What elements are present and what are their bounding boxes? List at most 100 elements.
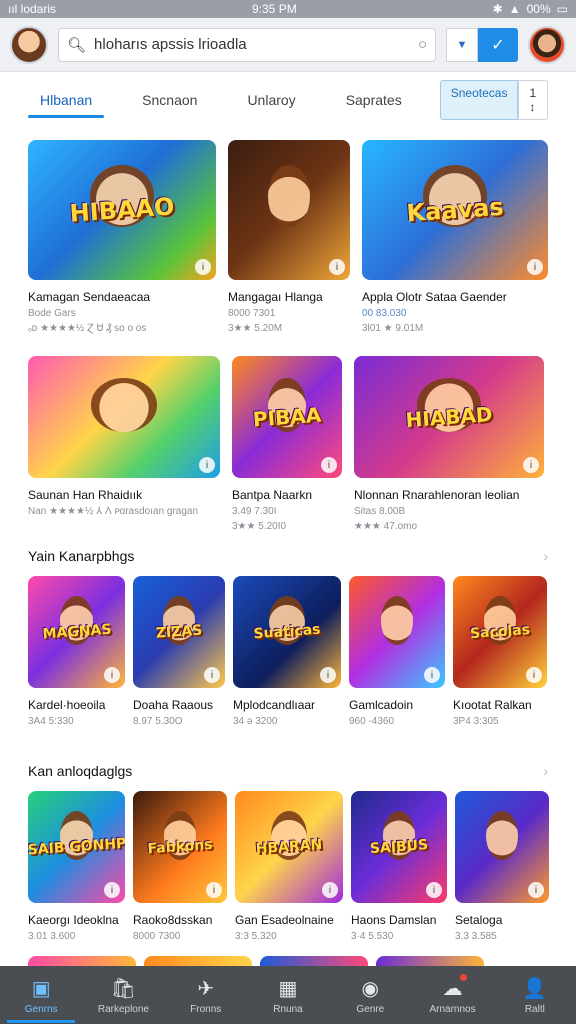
nav-item[interactable]: 👤 Raltl [495,976,575,1015]
info-icon[interactable]: i [329,259,345,275]
chevron-right-icon[interactable]: › [543,548,548,564]
game-card[interactable]: Sacolas i Kıootat Ralkan 3P4 3:305 [453,576,547,727]
game-meta: 3P4 3:305 [453,716,499,727]
game-thumbnail[interactable]: i [349,576,445,688]
game-card[interactable]: HIBAAO i Kamagan Sendaeacaa Bode Gars ₒᴅ ★★★… [28,140,216,334]
game-thumbnail[interactable]: Sacolas i [453,576,547,688]
nav-label: Raltl [524,1003,545,1015]
game-logo-art: PIBAA [252,402,322,432]
info-icon[interactable]: i [206,882,222,898]
game-logo-art: Fabkons [146,836,214,858]
info-icon[interactable]: i [528,882,544,898]
info-icon[interactable]: i [195,259,211,275]
info-icon[interactable]: i [426,882,442,898]
game-card[interactable]: Fabkons i Raoko8dsskan 8000 7300 [133,791,227,942]
game-card[interactable]: SAIBUS i Haons Damslan 3·4 5.530 [351,791,447,942]
game-thumbnail[interactable]: i [28,356,220,478]
nav-item[interactable]: ◉ Genre [330,976,410,1015]
game-card[interactable]: Kaavas i Appla Olotr Sataa Gaender 00 83.03… [362,140,548,334]
tab-2[interactable]: Sncnaon [130,78,209,122]
top-bar: 🔍︎ hloharıs apssis lrioadla ○ ▼ ✓ [0,18,576,72]
sections: Yain Kanarpbhgs › MAGNAS i Kardel·hoeoila 3A4… [28,548,549,976]
game-card[interactable]: i Saunan Han Rhaidıık Nan ★★★★½ ⅄ Ʌ ᴘɑrasd… [28,356,220,532]
game-card[interactable]: i Mangagaı Hlanga 8000 7301 3★★ 5.20M [228,140,350,334]
game-meta: Nan ★★★★½ ⅄ Ʌ ᴘɑrasdoıan gragan [28,506,199,517]
filter-button[interactable]: Sneotecas [439,80,519,120]
tab-4[interactable]: Saprates [334,78,414,122]
tab-actions: Sneotecas 1 ↕ [439,80,548,120]
game-thumbnail[interactable]: PIBAA i [232,356,342,478]
info-icon[interactable]: i [523,457,539,473]
game-title: Nlonnan Rnarahlenoran leolian [354,488,520,502]
game-logo-art: Sacolas [469,621,531,643]
game-card[interactable]: HIABAD i Nlonnan Rnarahlenoran leolian Sita… [354,356,544,532]
profile-icon: 👤 [522,977,548,1000]
game-card[interactable]: HBARAN i Gan Esadeolnaine 3:3 5.320 [235,791,343,942]
game-card[interactable]: MAGNAS i Kardel·hoeoila 3A4 5:330 [28,576,125,727]
search-submit-button[interactable]: ✓ [478,27,518,62]
game-thumbnail[interactable]: Fabkons i [133,791,227,903]
sort-button[interactable]: 1 ↕ [518,80,548,120]
game-thumbnail[interactable]: HIABAD i [354,356,544,478]
game-card[interactable]: i Setaloga 3.3 3.585 [455,791,549,942]
nav-label: Genrns [24,1003,58,1015]
info-icon[interactable]: i [321,457,337,473]
game-meta: 3A4 5:330 [28,716,74,727]
section-header[interactable]: Yain Kanarpbhgs › [28,548,548,564]
game-logo-art: Kaavas [405,192,505,228]
game-title: Kıootat Ralkan [453,698,532,712]
game-card[interactable]: PIBAA i Bantpa Naarkn 3.49 7.30I 3★★ 5.20I0 [232,356,342,532]
game-thumbnail[interactable]: Kaavas i [362,140,548,280]
chevron-down-icon[interactable]: ▼ [446,27,478,62]
game-thumbnail[interactable]: HBARAN i [235,791,343,903]
game-thumbnail[interactable]: HIBAAO i [28,140,216,280]
nav-item[interactable]: ☁ Arnarnnos [413,973,493,1015]
section-title: Kan anloqdaglgs [28,763,133,779]
game-card[interactable]: i Gamlcadoin 960 -4360 [349,576,445,727]
profile-avatar[interactable] [10,25,48,64]
nav-item[interactable]: ▣ Genrns [1,976,81,1023]
nav-item[interactable]: ✈ Fronns [166,976,246,1015]
nav-item[interactable]: 🛍 Rarkeplone [83,976,163,1015]
search-controls: ▼ ✓ [446,27,518,62]
game-card[interactable]: ZIZAS i Doaha Raaous 8.97 5.30O [133,576,225,727]
featured-row: i Saunan Han Rhaidıık Nan ★★★★½ ⅄ Ʌ ᴘɑrasd… [28,356,548,532]
chevron-right-icon[interactable]: › [543,763,548,779]
info-icon[interactable]: i [424,667,440,683]
game-thumbnail[interactable]: i [455,791,549,903]
info-icon[interactable]: i [104,882,120,898]
search-input[interactable]: 🔍︎ hloharıs apssis lrioadla ○ [58,27,436,62]
game-meta: 34 ə 3200 [233,716,278,727]
notification-dot [459,973,467,981]
tab-3[interactable]: Unlaroy [235,78,307,122]
info-icon[interactable]: i [199,457,215,473]
game-thumbnail[interactable]: Suaticas i [233,576,341,688]
game-title: Bantpa Naarkn [232,488,313,502]
game-card[interactable]: Suaticas i Mplodcandlıaar 34 ə 3200 [233,576,341,727]
game-thumbnail[interactable]: ZIZAS i [133,576,225,688]
game-thumbnail[interactable]: SAIBUS i [351,791,447,903]
account-avatar[interactable] [528,25,566,64]
character-art [268,165,310,227]
nav-item[interactable]: ▦ Rnuna [248,976,328,1015]
game-rating: 3★★ 5.20I0 [232,521,287,532]
clear-icon[interactable]: ○ [418,36,427,53]
character-art [91,377,157,432]
info-icon[interactable]: i [526,667,542,683]
info-icon[interactable]: i [320,667,336,683]
tab-1[interactable]: Hlbanan [28,78,105,122]
info-icon[interactable]: i [104,667,120,683]
tab-bar: Hlbanan Sncnaon Unlaroy Saprates Sneotec… [0,72,576,128]
game-logo-art: HBARAN [255,836,323,858]
info-icon[interactable]: i [322,882,338,898]
game-thumbnail[interactable]: i [228,140,350,280]
section-header[interactable]: Kan anloqdaglgs › [28,763,548,779]
game-thumbnail[interactable]: SAIB GONHP i [28,791,125,903]
info-icon[interactable]: i [527,259,543,275]
game-card[interactable]: SAIB GONHP i Kaeorgı Ideoklna 3.01 3.600 [28,791,125,942]
game-meta: 3.3 3.585 [455,931,497,942]
game-thumbnail[interactable]: MAGNAS i [28,576,125,688]
game-rating: 3l01 ★ 9.01M [362,323,424,334]
bag-icon: 🛍 [110,977,137,1000]
info-icon[interactable]: i [204,667,220,683]
